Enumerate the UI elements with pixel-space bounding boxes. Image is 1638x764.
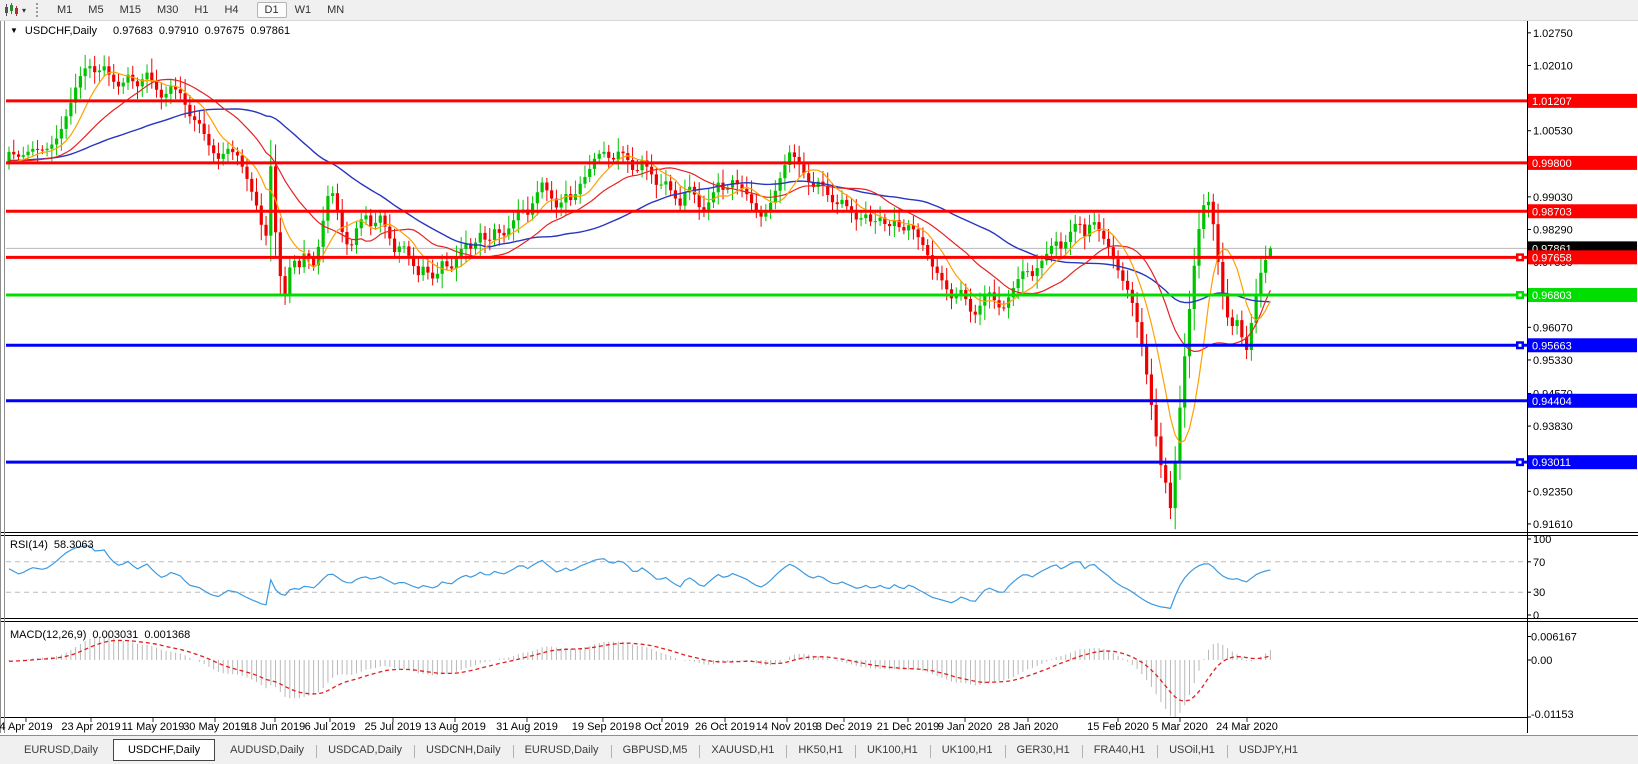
ohlc-low: 0.97675 (205, 25, 245, 37)
date-axis-label: 30 May 2019 (183, 721, 247, 733)
rsi-axis-tick: 70 (1533, 557, 1545, 569)
macd-value-main: 0.003031 (92, 629, 138, 641)
tab-fra40-h1[interactable]: FRA40,H1 (1082, 739, 1157, 761)
rsi-axis-tick: 30 (1533, 587, 1545, 599)
date-axis-label: 28 Jan 2020 (998, 721, 1059, 733)
rsi-axis-tick: 100 (1533, 534, 1551, 546)
candlestick-chart-icon[interactable] (3, 3, 19, 17)
price-axis-tick: 1.02010 (1533, 60, 1573, 72)
date-axis-label: 23 Apr 2019 (61, 721, 120, 733)
rsi-axis-tick: 0 (1533, 610, 1539, 622)
date-axis-label: 21 Dec 2019 (877, 721, 939, 733)
price-axis-tick: 1.02750 (1533, 28, 1573, 40)
date-axis-label: 11 May 2019 (122, 721, 185, 733)
ohlc-close: 0.97861 (250, 25, 290, 37)
chart-title: ▼ USDCHF,Daily 0.97683 0.97910 0.97675 0.9786… (10, 25, 296, 37)
price-axis-tick: 0.99030 (1533, 192, 1573, 204)
price-axis-tick: 0.98290 (1533, 224, 1573, 236)
tab-uk100-h1[interactable]: UK100,H1 (930, 739, 1005, 761)
date-axis-label: 24 Mar 2020 (1216, 721, 1278, 733)
date-axis-label: 19 Sep 2019 (572, 721, 634, 733)
tab-ger30-h1[interactable]: GER30,H1 (1005, 739, 1082, 761)
price-tag: 0.93011 (1532, 457, 1571, 469)
price-axis-tick: 1.00530 (1533, 126, 1573, 138)
date-axis-label: 25 Jul 2019 (365, 721, 422, 733)
tab-usdchf-daily[interactable]: USDCHF,Daily (113, 739, 215, 761)
price-tag: 0.94404 (1532, 396, 1572, 408)
date-axis-label: 4 Apr 2019 (0, 721, 53, 733)
chart-canvas[interactable]: 1.027501.020101.005300.990300.982900.975… (0, 0, 1638, 764)
tab-xauusd-h1[interactable]: XAUUSD,H1 (699, 739, 786, 761)
chart-tabs-bar: EURUSD,DailyUSDCHF,DailyAUDUSD,DailyUSDC… (0, 735, 1638, 764)
tab-usdcad-daily[interactable]: USDCAD,Daily (316, 739, 414, 761)
tab-eurusd-daily[interactable]: EURUSD,Daily (12, 739, 110, 761)
price-axis-tick: 0.95330 (1533, 355, 1573, 367)
rsi-value: 58.3063 (54, 539, 94, 551)
tab-usdcnh-daily[interactable]: USDCNH,Daily (414, 739, 513, 761)
price-axis-tick: 0.91610 (1533, 519, 1573, 531)
tab-uk100-h1[interactable]: UK100,H1 (855, 739, 930, 761)
price-axis-tick: 0.92350 (1533, 486, 1573, 498)
timeframe-button-m15[interactable]: M15 (112, 2, 149, 18)
price-tag: 0.95663 (1532, 340, 1572, 352)
chart-type-dropdown-icon[interactable]: ▾ (22, 6, 26, 15)
date-axis-label: 31 Aug 2019 (496, 721, 558, 733)
timeframe-button-h1[interactable]: H1 (186, 2, 216, 18)
date-axis-label: 8 Oct 2019 (635, 721, 689, 733)
date-axis-label: 5 Mar 2020 (1152, 721, 1208, 733)
macd-value-signal: 0.001368 (144, 629, 190, 641)
date-axis-label: 9 Jan 2020 (938, 721, 992, 733)
tab-usdjpy-h1[interactable]: USDJPY,H1 (1227, 739, 1310, 761)
price-tag: 1.01207 (1532, 96, 1572, 108)
timeframe-buttons: M1M5M15M30H1H4 D1W1MN (49, 4, 352, 16)
symbol-period-label: USDCHF,Daily (25, 25, 97, 37)
tab-usoil-h1[interactable]: USOil,H1 (1157, 739, 1227, 761)
price-tag: 0.97658 (1532, 252, 1572, 264)
trading-platform-window: { "toolbar": { "chart_icon": "candlestic… (0, 0, 1638, 764)
timeframe-button-m30[interactable]: M30 (149, 2, 186, 18)
ohlc-high: 0.97910 (159, 25, 199, 37)
date-axis-label: 26 Oct 2019 (695, 721, 755, 733)
timeframe-button-h4[interactable]: H4 (216, 2, 246, 18)
price-axis-tick: 0.93830 (1533, 421, 1573, 433)
timeframe-button-d1[interactable]: D1 (257, 2, 287, 18)
macd-axis-tick: 0.006167 (1531, 631, 1577, 643)
timeframe-button-m1[interactable]: M1 (49, 2, 80, 18)
timeframe-button-mn[interactable]: MN (319, 2, 352, 18)
date-axis-label: 6 Jul 2019 (305, 721, 356, 733)
price-axis-tick: 0.96070 (1533, 322, 1573, 334)
macd-name: MACD(12,26,9) (10, 629, 86, 641)
date-axis-label: 13 Aug 2019 (424, 721, 486, 733)
timeframe-button-m5[interactable]: M5 (80, 2, 111, 18)
tab-hk50-h1[interactable]: HK50,H1 (786, 739, 855, 761)
collapse-arrow-icon[interactable]: ▼ (10, 26, 18, 35)
toolbar: ▾ M1M5M15M30H1H4 D1W1MN (0, 0, 1638, 21)
rsi-indicator-label: RSI(14) 58.3063 (10, 539, 100, 551)
tab-gbpusd-m5[interactable]: GBPUSD,M5 (611, 739, 700, 761)
price-tag: 0.98703 (1532, 206, 1572, 218)
macd-axis-tick: -0.01153 (1531, 709, 1574, 721)
date-axis-label: 18 Jun 2019 (245, 721, 306, 733)
date-axis-label: 3 Dec 2019 (816, 721, 872, 733)
date-axis-label: 14 Nov 2019 (756, 721, 818, 733)
price-tag: 0.96803 (1532, 290, 1572, 302)
toolbar-grip[interactable] (36, 3, 41, 17)
tab-eurusd-daily[interactable]: EURUSD,Daily (513, 739, 611, 761)
macd-axis-tick: 0.00 (1531, 655, 1552, 667)
rsi-name: RSI(14) (10, 539, 48, 551)
date-axis-label: 15 Feb 2020 (1087, 721, 1149, 733)
tab-audusd-daily[interactable]: AUDUSD,Daily (218, 739, 316, 761)
macd-indicator-label: MACD(12,26,9) 0.003031 0.001368 (10, 629, 196, 641)
timeframe-button-w1[interactable]: W1 (287, 2, 320, 18)
ohlc-open: 0.97683 (113, 25, 153, 37)
price-tag: 0.99800 (1532, 158, 1572, 170)
